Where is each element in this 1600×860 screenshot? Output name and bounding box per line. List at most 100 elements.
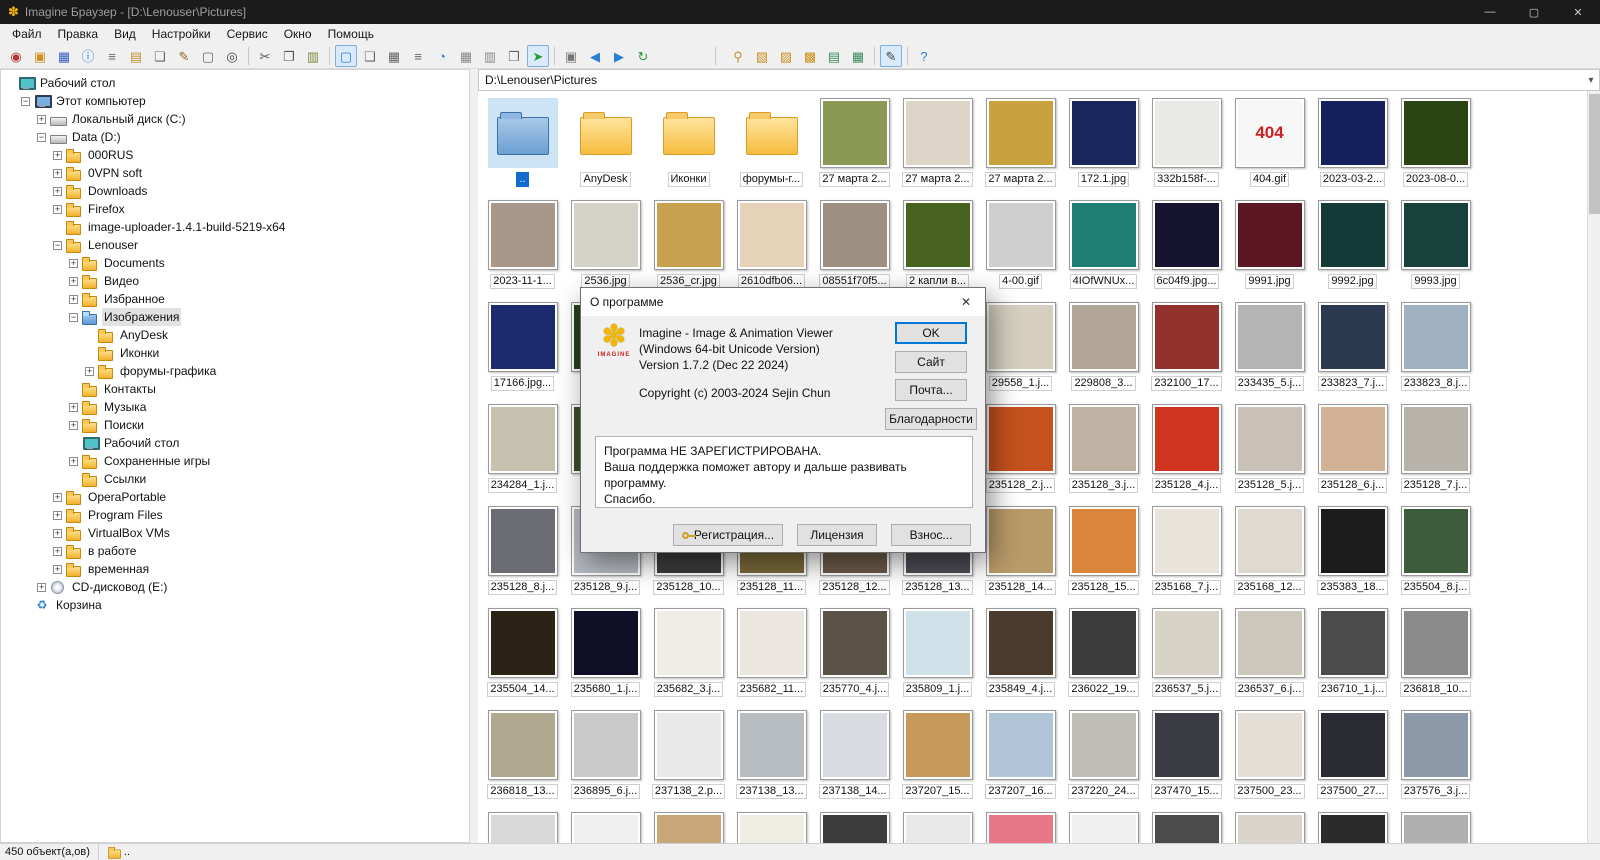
sort-list-button[interactable]: ≡ [407, 45, 429, 67]
image-thumbnail[interactable] [979, 809, 1062, 843]
paste-button[interactable]: ▥ [302, 45, 324, 67]
plus-expander-icon[interactable]: + [53, 564, 62, 574]
ok-button[interactable]: OK [895, 322, 967, 344]
plus-expander-icon[interactable]: + [53, 204, 62, 214]
image-thumbnail[interactable]: 235128_4.j... [1145, 401, 1228, 503]
plus-expander-icon[interactable]: + [53, 546, 62, 556]
image-thumbnail[interactable]: 232100_17... [1145, 299, 1228, 401]
folder-thumbnail[interactable]: форумы-г... [730, 95, 813, 197]
tree-item[interactable]: ♻ Корзина [1, 596, 469, 614]
image-thumbnail[interactable]: 4-00.gif [979, 197, 1062, 299]
plus-expander-icon[interactable]: + [53, 186, 62, 196]
image-thumbnail[interactable]: 235128_2.j... [979, 401, 1062, 503]
image-thumbnail[interactable]: 236537_6.j... [1228, 605, 1311, 707]
tree-item[interactable]: + Поиски [1, 416, 469, 434]
image-thumbnail[interactable]: 236022_19... [1062, 605, 1145, 707]
image-thumbnail[interactable]: 237500_27... [1311, 707, 1394, 809]
image-thumbnail[interactable]: 236818_10... [1394, 605, 1477, 707]
plus-expander-icon[interactable]: + [69, 276, 78, 286]
tree-item[interactable]: image-uploader-1.4.1-build-5219-x64 [1, 218, 469, 236]
image-thumbnail[interactable]: 236818_13... [481, 707, 564, 809]
register-button[interactable]: Регистрация... [673, 524, 783, 546]
slideshow-button[interactable]: ◔ [431, 45, 453, 67]
plus-expander-icon[interactable]: + [53, 510, 62, 520]
tree-item[interactable]: + Program Files [1, 506, 469, 524]
image-thumbnail[interactable]: 237470_15... [1145, 707, 1228, 809]
image-thumbnail[interactable] [1311, 809, 1394, 843]
image-thumbnail[interactable]: 235168_12... [1228, 503, 1311, 605]
batch-rename-button[interactable]: ✎ [173, 45, 195, 67]
image-thumbnail[interactable]: 2023-03-2... [1311, 95, 1394, 197]
folder-thumbnail[interactable]: Иконки [647, 95, 730, 197]
image-thumbnail[interactable] [896, 809, 979, 843]
image-thumbnail[interactable]: 236537_5.j... [1145, 605, 1228, 707]
tree-item[interactable]: AnyDesk [1, 326, 469, 344]
dual-pane-button[interactable]: ❐ [503, 45, 525, 67]
image-thumbnail[interactable]: 237138_2.p... [647, 707, 730, 809]
help-button[interactable]: ? [913, 45, 935, 67]
tree-item[interactable]: + форумы-графика [1, 362, 469, 380]
plus-expander-icon[interactable]: + [53, 150, 62, 160]
folder-thumbnail[interactable]: .. [481, 95, 564, 197]
image-thumbnail[interactable]: 08551f70f5... [813, 197, 896, 299]
image-thumbnail[interactable]: 235128_8.j... [481, 503, 564, 605]
tree-item[interactable]: Рабочий стол [1, 74, 469, 92]
image-thumbnail[interactable] [481, 809, 564, 843]
image-thumbnail[interactable]: 235770_4.j... [813, 605, 896, 707]
open-image-button[interactable]: ◉ [5, 45, 27, 67]
image-window-button[interactable]: ❑ [359, 45, 381, 67]
catalog-button[interactable]: ▤ [125, 45, 147, 67]
image-thumbnail[interactable]: 2023-11-1... [481, 197, 564, 299]
minus-expander-icon[interactable]: − [37, 132, 46, 142]
image-thumbnail[interactable] [1394, 809, 1477, 843]
tree-item[interactable]: − Data (D:) [1, 128, 469, 146]
tree-item[interactable]: Контакты [1, 380, 469, 398]
image-thumbnail[interactable]: 27 марта 2... [896, 95, 979, 197]
thanks-button[interactable]: Благодарности [885, 408, 977, 430]
image-thumbnail[interactable]: 235680_1.j... [564, 605, 647, 707]
menu-settings[interactable]: Настройки [144, 24, 219, 44]
plus-expander-icon[interactable]: + [69, 420, 78, 430]
plus-expander-icon[interactable]: + [37, 582, 46, 592]
image-thumbnail[interactable]: 237138_13... [730, 707, 813, 809]
tree-item[interactable]: − Этот компьютер [1, 92, 469, 110]
search-button[interactable]: ◎ [221, 45, 243, 67]
image-thumbnail[interactable]: 237138_14... [813, 707, 896, 809]
plus-expander-icon[interactable]: + [69, 258, 78, 268]
minus-expander-icon[interactable]: − [21, 96, 30, 106]
image-thumbnail[interactable]: 9993.jpg [1394, 197, 1477, 299]
image-thumbnail[interactable]: 2536.jpg [564, 197, 647, 299]
plus-expander-icon[interactable]: + [69, 294, 78, 304]
save-button[interactable]: ▦ [53, 45, 75, 67]
tree-item[interactable]: + OperaPortable [1, 488, 469, 506]
image-thumbnail[interactable]: 2 капли в... [896, 197, 979, 299]
menu-service[interactable]: Сервис [219, 24, 276, 44]
properties-button[interactable]: ≡ [101, 45, 123, 67]
image-thumbnail[interactable]: 2536_cr.jpg [647, 197, 730, 299]
minus-expander-icon[interactable]: − [53, 240, 62, 250]
tree-item[interactable]: + Избранное [1, 290, 469, 308]
image-thumbnail[interactable]: 235504_8.j... [1394, 503, 1477, 605]
image-thumbnail[interactable] [730, 809, 813, 843]
image-thumbnail[interactable]: 9992.jpg [1311, 197, 1394, 299]
maximize-button[interactable]: ▢ [1512, 0, 1556, 24]
image-thumbnail[interactable]: 237576_3.j... [1394, 707, 1477, 809]
tree-item[interactable]: +0VPN soft [1, 164, 469, 182]
tree-item[interactable]: + Downloads [1, 182, 469, 200]
image-thumbnail[interactable]: 172.1.jpg [1062, 95, 1145, 197]
image-thumbnail[interactable]: 236710_1.j... [1311, 605, 1394, 707]
image-thumbnail[interactable] [647, 809, 730, 843]
folder-thumbnail[interactable]: AnyDesk [564, 95, 647, 197]
tree-item[interactable]: + Видео [1, 272, 469, 290]
image-thumbnail[interactable]: 235128_6.j... [1311, 401, 1394, 503]
image-thumbnail[interactable] [1145, 809, 1228, 843]
image-thumbnail[interactable]: 235128_15... [1062, 503, 1145, 605]
tree-item[interactable]: Иконки [1, 344, 469, 362]
profile-folder-button[interactable]: ▧ [751, 45, 773, 67]
image-thumbnail[interactable]: 2023-08-0... [1394, 95, 1477, 197]
batch-convert-button[interactable]: ❏ [149, 45, 171, 67]
tree-item[interactable]: − Lenouser [1, 236, 469, 254]
go-button[interactable]: ➤ [527, 45, 549, 67]
image-database-button[interactable]: ▤ [823, 45, 845, 67]
tree-item[interactable]: + VirtualBox VMs [1, 524, 469, 542]
